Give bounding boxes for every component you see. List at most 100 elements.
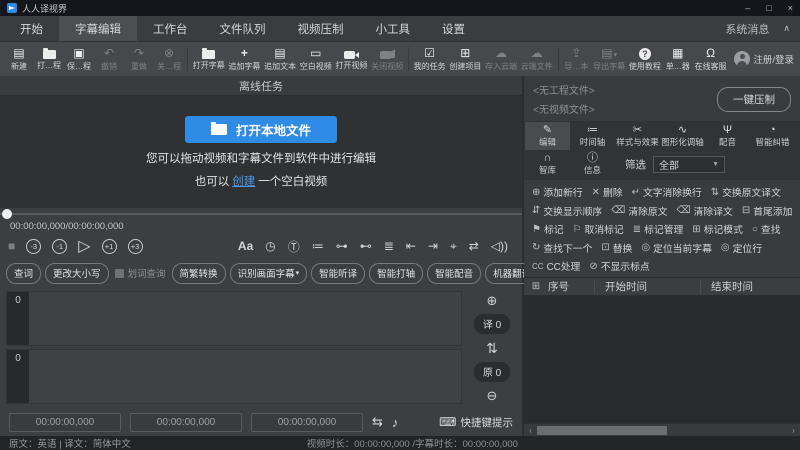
volume-icon[interactable]: ◁)) [491, 239, 508, 253]
toolbar-export-script[interactable]: ⇪导…本 [561, 47, 591, 72]
end-time-input[interactable] [130, 413, 242, 432]
change-case-button[interactable]: 更改大小写 [45, 263, 109, 284]
seek-track[interactable] [0, 213, 522, 215]
toolbar-open-project[interactable]: 打…程 [34, 47, 64, 71]
toolbar-redo[interactable]: ↷重做 [124, 47, 154, 72]
tab-edit[interactable]: ✎编辑 [525, 122, 570, 150]
open-local-file-button[interactable]: 打开本地文件 [185, 116, 337, 143]
tab-style-effects[interactable]: ✂样式与效果 [615, 122, 660, 150]
remove-linebreak-button[interactable]: ↵文字消除换行 [632, 185, 702, 199]
swap-source-translation-button[interactable]: ⇅交换原文译文 [711, 185, 781, 199]
toolbar-save-to-cloud[interactable]: ☁存入云端 [483, 47, 519, 72]
tab-graphic-timing[interactable]: ∿图形化调轴 [660, 122, 705, 150]
text-style-icon[interactable]: Ⓣ [288, 238, 300, 255]
scroll-right-arrow[interactable]: › [787, 424, 800, 437]
scrollbar-track[interactable] [537, 426, 787, 435]
tab-info[interactable]: ⓘ信息 [570, 150, 615, 178]
find-next-button[interactable]: ↻查找下一个 [532, 241, 592, 255]
login-link[interactable]: 注册/登录 [753, 52, 796, 66]
music-note-icon[interactable]: ♪ [392, 415, 399, 430]
scroll-left-arrow[interactable]: ‹ [524, 424, 537, 437]
simplified-traditional-button[interactable]: 简繁转换 [172, 263, 226, 284]
shortcut-hint-button[interactable]: ⌨快捷键提示 [439, 415, 513, 430]
locate-current-subtitle-button[interactable]: ◎定位当前字幕 [641, 241, 712, 255]
clear-translation-button[interactable]: ⌫清除译文 [677, 204, 733, 218]
system-messages[interactable]: 系统消息 [725, 21, 769, 37]
avatar[interactable] [734, 51, 750, 67]
tab-dubbing[interactable]: Ψ配音 [705, 122, 750, 150]
play-button[interactable]: ▷ [78, 236, 90, 256]
seek-handle[interactable] [2, 209, 12, 219]
skip-back-3-button[interactable]: -3 [26, 239, 41, 254]
toolbar-append-text[interactable]: ▤追加文本 [262, 47, 298, 72]
subtitle-table-body[interactable] [524, 296, 800, 423]
filter-select[interactable]: 全部▼ [653, 156, 725, 173]
skip-forward-1-button[interactable]: +1 [102, 239, 117, 254]
menu-item-video-encode[interactable]: 视频压制 [282, 16, 360, 41]
swap-rows-icon[interactable]: ⇅ [486, 341, 498, 355]
replace-button[interactable]: ⊡替换 [601, 241, 632, 255]
create-link[interactable]: 创建 [232, 176, 255, 188]
original-text-area[interactable] [29, 350, 461, 403]
zoom-in-icon[interactable]: ⊕ [487, 294, 498, 307]
toolbar-undo[interactable]: ↶撤销 [94, 47, 124, 72]
toolbar-blank-video[interactable]: ▭空白视频 [298, 47, 334, 72]
mark-manage-button[interactable]: ≣标记管理 [633, 222, 684, 236]
grid-icon[interactable]: ⊞ [524, 281, 548, 292]
toolbar-append-subtitle[interactable]: +追加字幕 [227, 47, 263, 72]
tab-smart-correct[interactable]: ◔智能纠错 [750, 122, 795, 150]
skip-back-1-button[interactable]: -1 [52, 239, 67, 254]
toolbar-cloud-files[interactable]: ☁云端文件 [519, 47, 555, 72]
add-head-tail-button[interactable]: ⊟首尾添加 [742, 204, 793, 218]
swap-display-order-button[interactable]: ⇵交换显示顺序 [532, 204, 602, 218]
skip-forward-3-button[interactable]: +3 [128, 239, 143, 254]
toolbar-new-project[interactable]: ▤新建 [4, 47, 34, 72]
menu-item-workbench[interactable]: 工作台 [137, 16, 204, 41]
smart-timing-button[interactable]: 智能打轴 [369, 263, 423, 284]
add-row-button[interactable]: ⊕添加新行 [532, 185, 583, 199]
translation-text-area[interactable] [29, 292, 461, 345]
clear-source-button[interactable]: ⌫清除原文 [611, 204, 667, 218]
stop-button[interactable]: ■ [8, 239, 15, 253]
close-button[interactable]: × [788, 4, 793, 13]
subtitle-row-original[interactable]: 0 [6, 349, 462, 404]
hide-punctuation-button[interactable]: ⊘不显示标点 [589, 259, 649, 273]
menu-item-file-queue[interactable]: 文件队列 [204, 16, 282, 41]
smart-transcribe-button[interactable]: 智能听译 [311, 263, 365, 284]
menu-item-start[interactable]: 开始 [4, 16, 59, 41]
time-adjust-icon[interactable]: ◷ [265, 239, 275, 253]
menu-item-tools[interactable]: 小工具 [360, 16, 427, 41]
horizontal-scrollbar[interactable]: ‹ › [524, 423, 800, 436]
word-select-query-checkbox[interactable]: 划词查询 [113, 266, 168, 280]
ocr-subtitle-button[interactable]: 识别画面字幕▾ [230, 263, 308, 284]
locate-target-icon[interactable]: ⌖ [450, 239, 457, 254]
toolbar-tutorial[interactable]: ?使用教程 [627, 47, 663, 72]
smart-dubbing-button[interactable]: 智能配音 [427, 263, 481, 284]
snap-to-start-icon[interactable]: ⇤ [406, 239, 416, 253]
duration-time-input[interactable] [251, 413, 363, 432]
mark-button[interactable]: ⚑标记 [532, 222, 564, 236]
video-drop-area[interactable]: 打开本地文件 您可以拖动视频和字幕文件到软件中进行编辑 也可以创建一个空白视频 [0, 96, 522, 208]
tab-knowledge-base[interactable]: ∩智库 [525, 150, 570, 178]
align-icon[interactable]: ≣ [384, 239, 394, 253]
toolbar-close-video[interactable]: 关闭视频 [369, 47, 405, 72]
toolbar-export-subtitle[interactable]: ▤▾导出字幕 [591, 47, 627, 72]
locate-line-button[interactable]: ◎定位行 [721, 241, 762, 255]
minimize-button[interactable]: – [745, 4, 750, 13]
toolbar-open-subtitle[interactable]: 打开字幕 [191, 47, 227, 71]
toolbar-create-project[interactable]: ⊞创建项目 [447, 47, 483, 72]
scrollbar-thumb[interactable] [537, 426, 667, 435]
menu-item-subtitle-edit[interactable]: 字幕编辑 [59, 16, 137, 41]
cc-process-button[interactable]: CCCC处理 [532, 259, 580, 273]
seek-bar[interactable] [0, 208, 522, 220]
toolbar-my-tasks[interactable]: ☑我的任务 [412, 47, 448, 72]
collapse-toolbar-icon[interactable]: ∧ [783, 23, 790, 34]
toolbar-converter[interactable]: ▦单…器 [663, 47, 693, 72]
one-click-encode-button[interactable]: 一键压制 [717, 87, 791, 112]
snap-to-end-icon[interactable]: ⇥ [428, 239, 438, 253]
delete-button[interactable]: ✕删除 [592, 185, 623, 199]
toolbar-open-video[interactable]: 打开视频 [334, 48, 370, 71]
toolbar-online-support[interactable]: Ω在线客服 [693, 47, 729, 72]
start-time-input[interactable] [9, 413, 121, 432]
menu-item-settings[interactable]: 设置 [426, 16, 481, 41]
